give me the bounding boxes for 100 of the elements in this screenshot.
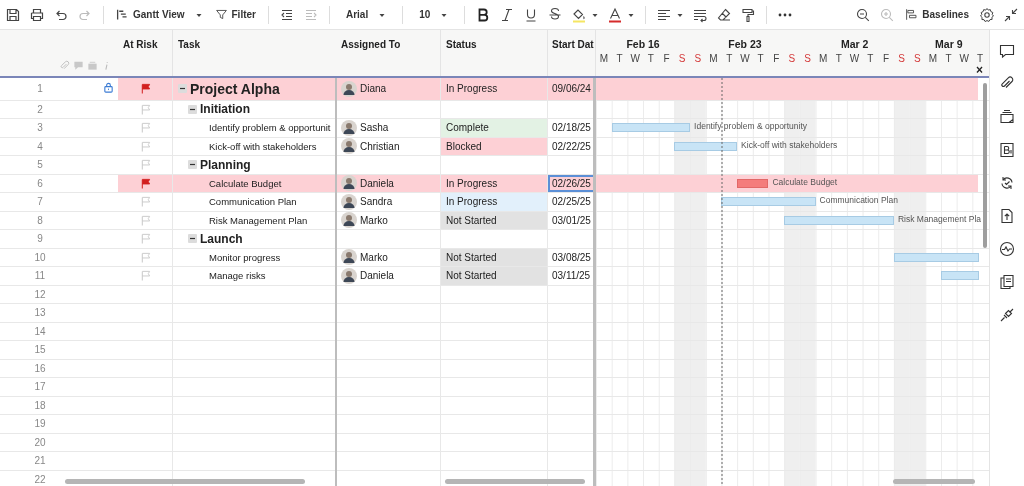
row-number: 7 <box>36 196 44 208</box>
day-label: W <box>629 53 641 64</box>
zoom-out-icon[interactable] <box>855 6 872 23</box>
day-label: F <box>772 53 781 64</box>
comment-icon <box>73 60 84 71</box>
day-label: S <box>897 53 906 64</box>
row-number: 11 <box>33 270 47 282</box>
flag-icon[interactable] <box>139 83 151 95</box>
status-cell: In Progress <box>441 193 548 211</box>
font-dropdown[interactable]: Arial <box>339 7 393 22</box>
avatar <box>341 175 357 192</box>
day-label: T <box>975 53 984 64</box>
collapse-toggle-icon[interactable] <box>188 234 197 244</box>
paint-roller-icon[interactable] <box>740 6 757 23</box>
strikethrough-icon[interactable] <box>547 6 564 23</box>
activity-icon[interactable] <box>999 241 1015 257</box>
proof-icon[interactable] <box>999 109 1015 125</box>
day-label: S <box>677 53 687 64</box>
eraser-icon[interactable] <box>716 6 733 23</box>
scrollbar[interactable] <box>893 479 975 484</box>
baselines-icon <box>905 8 919 21</box>
row-number: 15 <box>33 344 47 356</box>
column-header: Assigned To <box>341 39 401 50</box>
avatar <box>341 138 357 155</box>
avatar <box>341 193 357 210</box>
avatar <box>341 212 357 229</box>
gantt-icon <box>116 8 129 21</box>
task-name: Risk Management Plan <box>209 214 308 226</box>
day-label: M <box>927 53 939 64</box>
baselines-button[interactable]: Baselines <box>903 6 971 23</box>
day-label: W <box>739 53 751 64</box>
status-cell: Not Started <box>441 267 548 285</box>
connector-icon[interactable] <box>999 307 1015 323</box>
status-cell: Complete <box>441 119 548 137</box>
save-icon[interactable] <box>5 6 21 23</box>
bar-label: Identify problem & opportunity <box>694 121 807 131</box>
filter-button[interactable]: Filter <box>212 6 258 23</box>
status-cell: In Progress <box>441 78 548 100</box>
week-label: Feb 16 <box>626 38 660 50</box>
date-cell[interactable]: 09/06/24 <box>548 78 596 100</box>
attachment-icon <box>59 60 70 71</box>
week-label: Mar 9 <box>935 38 963 50</box>
column-header: Task <box>178 39 201 50</box>
row-number: 3 <box>36 122 44 134</box>
day-label: F <box>662 53 671 64</box>
task-name: Manage risks <box>209 270 266 282</box>
week-label: Mar 2 <box>841 38 869 50</box>
day-label: W <box>848 53 861 64</box>
row-number: 5 <box>36 159 44 171</box>
refresh-icon[interactable] <box>999 175 1015 191</box>
avatar <box>341 119 357 136</box>
task-name: Planning <box>200 157 251 172</box>
day-label: T <box>756 53 765 64</box>
row-number: 19 <box>33 418 47 430</box>
day-label: S <box>803 53 812 64</box>
collapse-toggle-icon[interactable] <box>178 84 187 94</box>
bar-label: Communication Plan <box>819 195 898 205</box>
settings-icon[interactable] <box>979 6 995 23</box>
scrollbar[interactable] <box>983 83 987 248</box>
assignee-name: Diana <box>360 83 387 95</box>
week-label: Feb 23 <box>728 38 762 50</box>
scrollbar[interactable] <box>445 479 585 484</box>
bar-label: Risk Management Pla <box>897 213 982 224</box>
row-number: 13 <box>33 307 47 319</box>
row-number: 17 <box>33 381 47 393</box>
day-label: F <box>881 53 890 64</box>
day-label: S <box>912 53 922 64</box>
assignee-name: Sasha <box>360 122 389 134</box>
scrollbar[interactable] <box>65 479 305 484</box>
row-number: 14 <box>33 325 47 337</box>
task-name: Kick-off with stakeholders <box>209 140 317 152</box>
summary-icon[interactable] <box>999 274 1015 290</box>
row-number: 16 <box>33 362 47 374</box>
bar-label: Calculate Budget <box>772 176 838 187</box>
flag-icon[interactable] <box>139 177 151 189</box>
day-label: T <box>725 53 734 64</box>
collapse-toggle-icon[interactable] <box>188 160 197 170</box>
column-header: Status <box>446 39 477 50</box>
task-name: Identify problem & opportunit <box>209 122 331 134</box>
comment-icon[interactable] <box>999 43 1015 59</box>
row-number: 18 <box>33 399 47 411</box>
row-number: 20 <box>33 436 47 448</box>
day-label: M <box>598 53 609 64</box>
print-icon[interactable] <box>29 6 45 23</box>
task-name: Initiation <box>200 102 250 117</box>
collapse-icon[interactable] <box>1003 6 1019 23</box>
assignee-name: Daniela <box>360 177 394 189</box>
assignee-name: Marko <box>360 214 388 226</box>
column-header: Start Dat <box>552 39 594 50</box>
font-size-dropdown[interactable]: 10 <box>413 7 455 22</box>
assignee-name: Sandra <box>360 196 393 208</box>
task-name: Project Alpha <box>190 80 280 97</box>
task-name: Communication Plan <box>209 196 297 208</box>
collapse-toggle-icon[interactable] <box>188 104 197 114</box>
close-button[interactable]: × <box>976 64 983 76</box>
gantt-view-dropdown[interactable]: Gantt View <box>114 6 205 23</box>
bar-label: Kick-off with stakeholders <box>741 139 838 150</box>
text-color-icon[interactable] <box>607 6 624 23</box>
avatar <box>341 249 357 266</box>
upload-file-icon[interactable] <box>999 208 1015 224</box>
